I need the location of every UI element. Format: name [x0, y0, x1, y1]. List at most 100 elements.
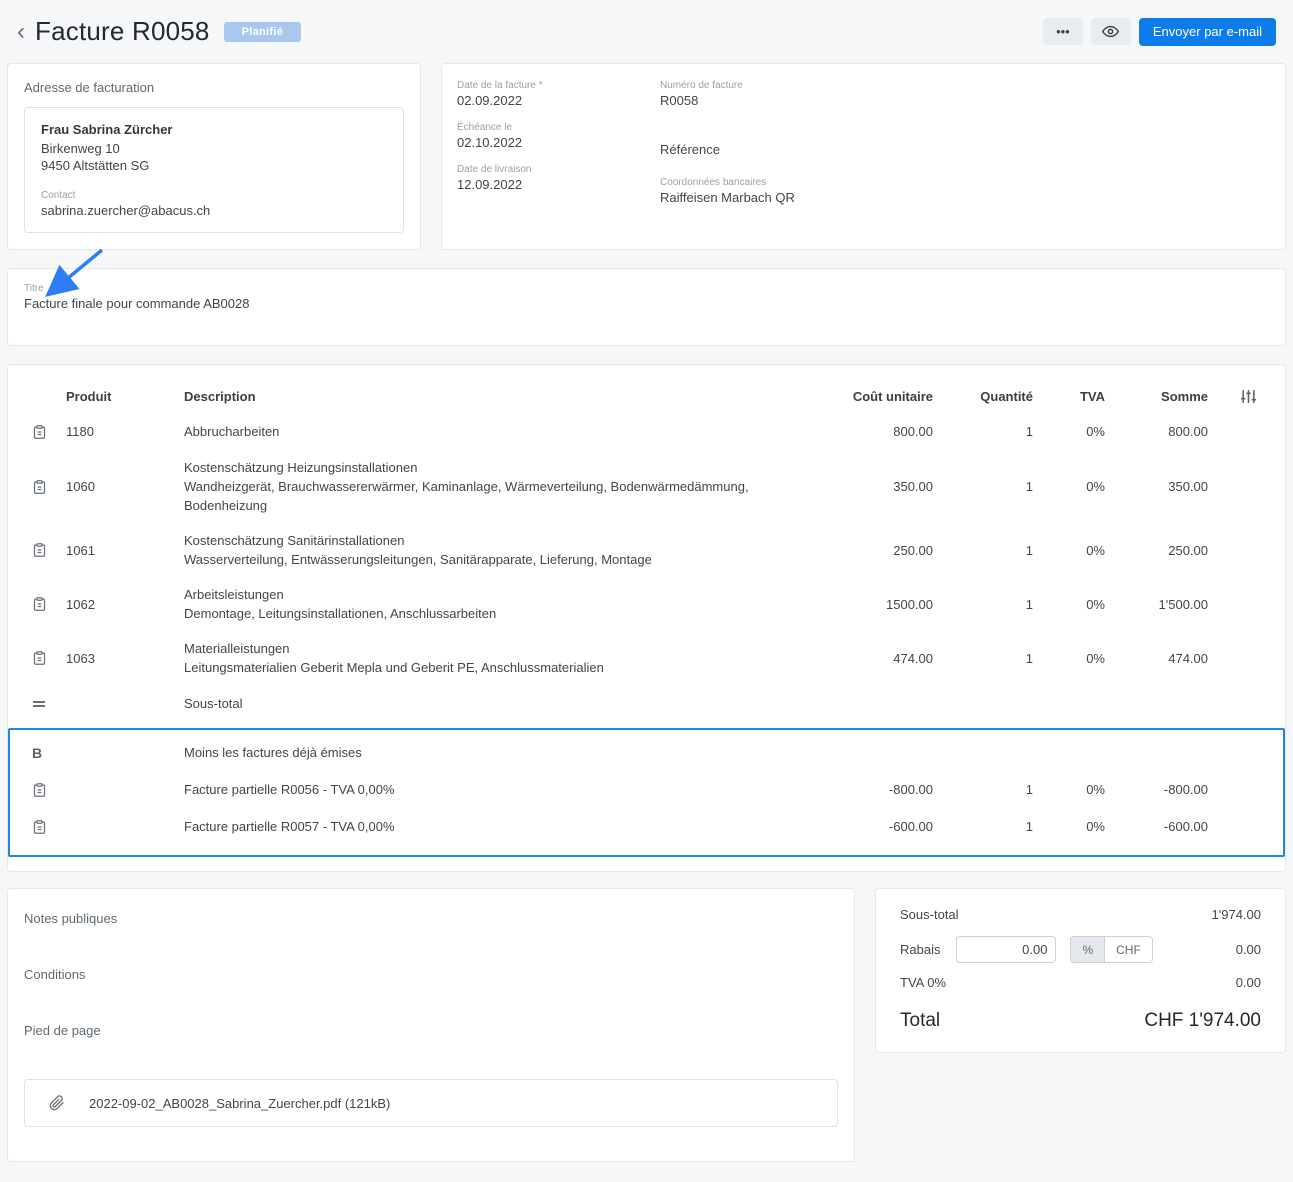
paperclip-icon	[49, 1095, 65, 1111]
line-product-code: 1063	[66, 651, 184, 666]
page-title: Facture R0058	[35, 16, 210, 47]
clipboard-icon[interactable]	[32, 424, 47, 440]
table-row[interactable]: 1063 MaterialleistungenLeitungsmateriali…	[32, 631, 1261, 685]
invoice-title-label: Titre	[24, 283, 1269, 294]
grand-total-label: Total	[900, 1010, 940, 1032]
line-product-code: 1061	[66, 543, 184, 558]
line-unit-cost: 800.00	[815, 424, 933, 439]
discount-value: 0.00	[1236, 942, 1261, 957]
clipboard-icon[interactable]	[32, 650, 47, 666]
line-sum: 1'500.00	[1105, 597, 1208, 612]
reference-field[interactable]: Référence	[660, 142, 1269, 157]
billing-address-box[interactable]: Frau Sabrina Zürcher Birkenweg 10 9450 A…	[24, 107, 404, 233]
public-notes-field[interactable]: Notes publiques	[24, 911, 838, 926]
column-settings-icon[interactable]	[1240, 388, 1257, 405]
subtotal-label: Sous-total	[900, 907, 959, 922]
footer-field[interactable]: Pied de page	[24, 1023, 838, 1038]
line-vat: 0%	[1033, 651, 1105, 666]
discount-line: Rabais % CHF 0.00	[900, 936, 1261, 963]
due-date-field[interactable]: Échéance le 02.10.2022	[457, 122, 660, 150]
delivery-date-label: Date de livraison	[457, 164, 660, 175]
bank-details-value: Raiffeisen Marbach QR	[660, 190, 1269, 205]
grand-total-line: Total CHF 1'974.00	[900, 1010, 1261, 1032]
subtotal-icon[interactable]	[32, 699, 46, 709]
line-quantity: 1	[933, 543, 1033, 558]
partial-invoice-row[interactable]: Facture partielle R0057 - TVA 0,00% -600…	[32, 808, 1261, 845]
back-button[interactable]: ‹	[17, 20, 25, 44]
more-options-button[interactable]: •••	[1043, 18, 1083, 45]
line-description-title: Materialleistungen	[184, 639, 815, 658]
status-badge: Planifié	[224, 22, 302, 42]
line-sum: 250.00	[1105, 543, 1208, 558]
billing-address-label: Adresse de facturation	[24, 80, 404, 95]
line-description-title: Kostenschätzung Heizungsinstallationen	[184, 458, 815, 477]
line-sum: -600.00	[1105, 819, 1208, 834]
line-vat: 0%	[1033, 597, 1105, 612]
bank-details-label: Coordonnées bancaires	[660, 177, 1269, 188]
line-product-code: 1180	[66, 424, 184, 439]
line-items-card: Produit Description Coût unitaire Quanti…	[7, 364, 1286, 872]
header-description: Description	[184, 389, 815, 404]
partial-invoice-row[interactable]: Facture partielle R0056 - TVA 0,00% -800…	[32, 771, 1261, 808]
line-vat: 0%	[1033, 782, 1105, 797]
grand-total-value: CHF 1'974.00	[1144, 1010, 1261, 1032]
header-vat: TVA	[1033, 389, 1105, 404]
line-vat: 0%	[1033, 819, 1105, 834]
clipboard-icon[interactable]	[32, 542, 47, 558]
invoice-title-card[interactable]: Titre Facture finale pour commande AB002…	[7, 268, 1286, 346]
subtotal-row-label: Sous-total	[184, 696, 815, 711]
line-sum: -800.00	[1105, 782, 1208, 797]
invoice-title-value: Facture finale pour commande AB0028	[24, 296, 1269, 311]
invoice-date-field[interactable]: Date de la facture * 02.09.2022	[457, 80, 660, 108]
header-product: Produit	[66, 389, 184, 404]
line-unit-cost: 350.00	[815, 479, 933, 494]
clipboard-icon[interactable]	[32, 479, 47, 495]
line-product-code: 1062	[66, 597, 184, 612]
line-description-detail: Wasserverteilung, Entwässerungsleitungen…	[184, 550, 815, 569]
invoice-number-label: Numéro de facture	[660, 80, 1269, 91]
deduction-text-row[interactable]: B Moins les factures déjà émises	[32, 734, 1261, 771]
bank-details-field[interactable]: Coordonnées bancaires Raiffeisen Marbach…	[660, 177, 1269, 205]
clipboard-icon[interactable]	[32, 596, 47, 612]
line-unit-cost: -800.00	[815, 782, 933, 797]
subtotal-row[interactable]: Sous-total	[32, 685, 1261, 722]
invoice-number-field[interactable]: Numéro de facture R0058	[660, 80, 1269, 108]
line-vat: 0%	[1033, 543, 1105, 558]
header-sum: Somme	[1105, 389, 1208, 404]
subtotal-line: Sous-total 1'974.00	[900, 907, 1261, 922]
table-row[interactable]: 1180 Abbrucharbeiten 800.00 1 0% 800.00	[32, 413, 1261, 450]
line-sum: 474.00	[1105, 651, 1208, 666]
clipboard-icon[interactable]	[32, 819, 47, 835]
line-quantity: 1	[933, 424, 1033, 439]
line-quantity: 1	[933, 597, 1033, 612]
topbar: ‹ Facture R0058 Planifié ••• Envoyer par…	[7, 8, 1286, 63]
text-block-icon[interactable]: B	[32, 745, 42, 761]
invoice-meta-grid: Date de la facture * 02.09.2022 Échéance…	[457, 80, 1269, 219]
vat-line: TVA 0% 0.00	[900, 975, 1261, 990]
header-quantity: Quantité	[933, 389, 1033, 404]
discount-chf-button[interactable]: CHF	[1105, 936, 1153, 963]
partial-invoices-highlight: B Moins les factures déjà émises Facture…	[8, 728, 1285, 857]
line-sum: 800.00	[1105, 424, 1208, 439]
delivery-date-field[interactable]: Date de livraison 12.09.2022	[457, 164, 660, 192]
line-sum: 350.00	[1105, 479, 1208, 494]
line-description-title: Arbeitsleistungen	[184, 585, 815, 604]
due-date-value: 02.10.2022	[457, 135, 660, 150]
discount-label: Rabais	[900, 942, 940, 957]
line-description-detail: Leitungsmaterialien Geberit Mepla und Ge…	[184, 658, 815, 677]
attachment-filename: 2022-09-02_AB0028_Sabrina_Zuercher.pdf (…	[89, 1096, 390, 1111]
table-row[interactable]: 1061 Kostenschätzung Sanitärinstallation…	[32, 523, 1261, 577]
line-unit-cost: 1500.00	[815, 597, 933, 612]
discount-percent-button[interactable]: %	[1070, 936, 1105, 963]
contact-city: 9450 Altstätten SG	[41, 157, 387, 174]
conditions-field[interactable]: Conditions	[24, 967, 838, 982]
deduction-title: Moins les factures déjà émises	[184, 745, 815, 760]
table-row[interactable]: 1062 ArbeitsleistungenDemontage, Leitung…	[32, 577, 1261, 631]
attachment-item[interactable]: 2022-09-02_AB0028_Sabrina_Zuercher.pdf (…	[24, 1079, 838, 1127]
table-row[interactable]: 1060 Kostenschätzung Heizungsinstallatio…	[32, 450, 1261, 523]
preview-button[interactable]	[1091, 18, 1131, 45]
clipboard-icon[interactable]	[32, 782, 47, 798]
send-email-button[interactable]: Envoyer par e-mail	[1139, 18, 1276, 46]
line-description-detail: Wandheizgerät, Brauchwassererwärmer, Kam…	[184, 477, 815, 515]
discount-input[interactable]	[956, 936, 1056, 963]
